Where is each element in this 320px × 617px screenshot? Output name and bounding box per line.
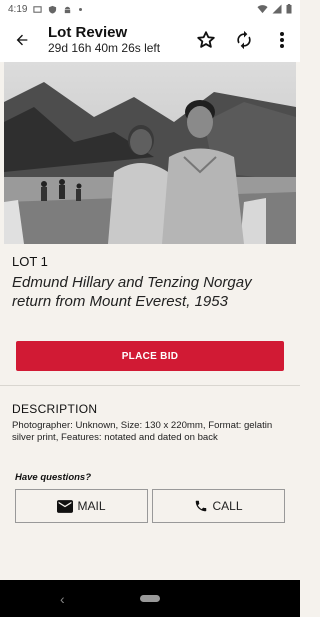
lot-photo[interactable] <box>4 62 296 244</box>
battery-icon <box>286 4 292 14</box>
nav-home-pill[interactable] <box>140 595 160 602</box>
phone-icon <box>196 500 207 512</box>
status-bar: 4:19 <box>0 0 300 18</box>
countdown-text: 29d 16h 40m 26s left <box>48 41 161 55</box>
mail-button[interactable]: MAIL <box>15 489 148 523</box>
app-bar: Lot Review 29d 16h 40m 26s left <box>0 18 300 62</box>
notification-icon <box>33 5 43 13</box>
nav-back-icon[interactable]: ‹ <box>60 591 65 607</box>
dot-icon <box>79 7 83 11</box>
questions-label: Have questions? <box>15 472 92 483</box>
refresh-button[interactable] <box>232 28 256 52</box>
shield-icon <box>49 5 57 14</box>
description-heading: DESCRIPTION <box>12 402 98 416</box>
refresh-icon <box>237 30 251 50</box>
system-nav-bar: ‹ <box>0 580 300 617</box>
page-title: Lot Review <box>48 24 128 41</box>
more-options-button[interactable] <box>270 28 294 52</box>
place-bid-button[interactable]: PLACE BID <box>16 341 284 371</box>
lot-title: Edmund Hillary and Tenzing Norgay return… <box>12 274 252 310</box>
status-time: 4:19 <box>8 3 28 15</box>
favorite-button[interactable] <box>194 28 218 52</box>
back-button[interactable] <box>8 26 36 54</box>
mail-label: MAIL <box>77 499 106 513</box>
lot-info: LOT 1 Edmund Hillary and Tenzing Norgay … <box>0 244 300 311</box>
questions-section: Have questions? MAIL CALL <box>0 444 300 523</box>
more-vert-icon <box>280 32 284 48</box>
lot-number: LOT 1 <box>12 254 48 269</box>
wifi-icon <box>257 5 268 14</box>
mail-icon <box>57 499 74 513</box>
description-section: DESCRIPTION Photographer: Unknown, Size:… <box>0 386 300 444</box>
signal-icon <box>272 4 282 14</box>
lot-photo-image <box>4 62 296 244</box>
description-text: Photographer: Unknown, Size: 130 x 220mm… <box>12 420 273 443</box>
call-label: CALL <box>212 499 243 513</box>
arrow-left-icon <box>16 34 28 46</box>
star-outline-icon <box>197 31 215 48</box>
android-icon <box>65 6 71 13</box>
call-button[interactable]: CALL <box>152 489 285 523</box>
